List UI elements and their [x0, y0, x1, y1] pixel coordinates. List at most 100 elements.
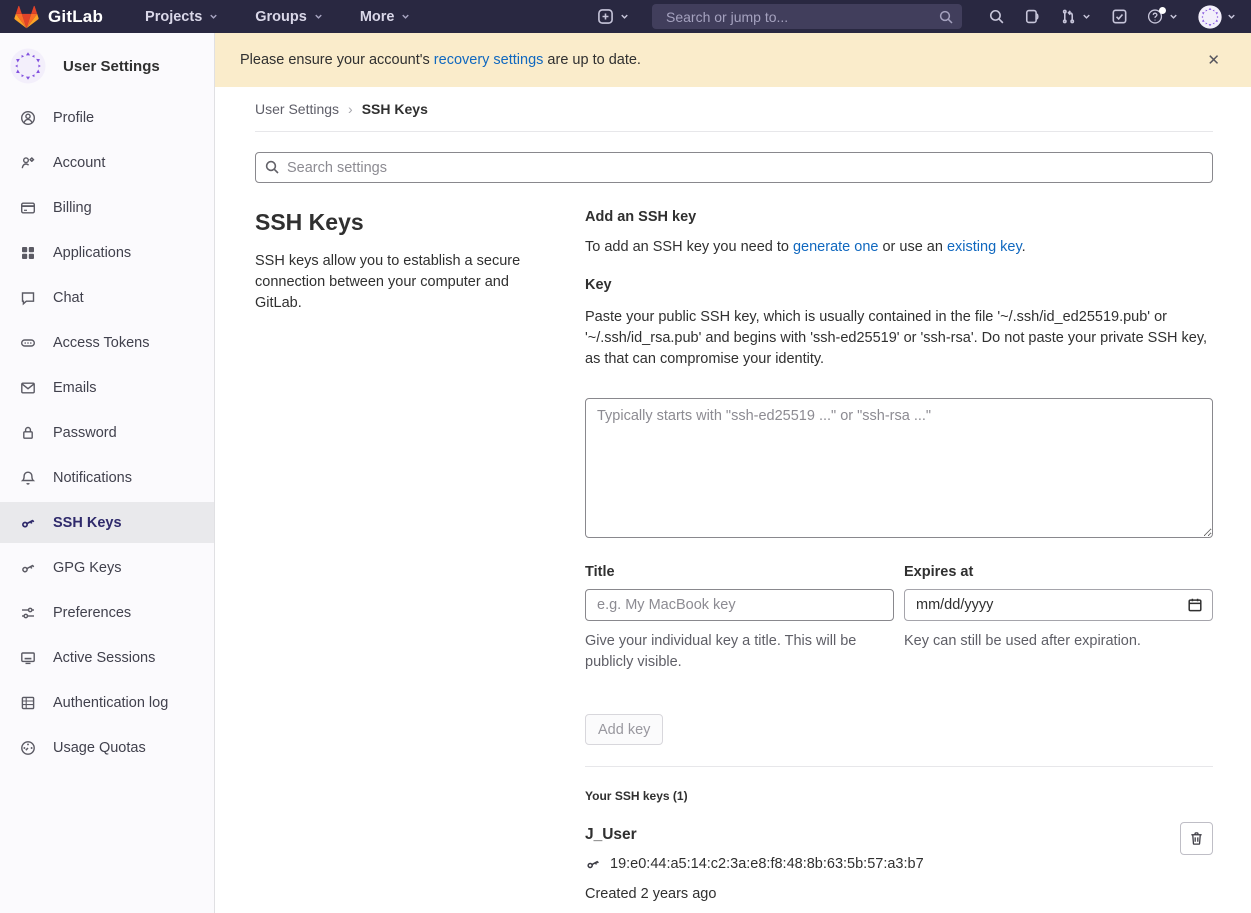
sidebar-item-preferences[interactable]: Preferences — [0, 592, 214, 633]
two-column-layout: SSH Keys SSH keys allow you to establish… — [255, 202, 1213, 913]
date-placeholder: mm/dd/yyyy — [916, 597, 993, 613]
issues-icon[interactable] — [1024, 8, 1041, 25]
gitlab-logo[interactable]: GitLab — [14, 5, 103, 29]
notifications-icon — [20, 470, 36, 486]
access-tokens-icon — [20, 335, 36, 351]
sidebar-item-active-sessions[interactable]: Active Sessions — [0, 637, 214, 678]
key-icon — [585, 856, 601, 872]
nav-menu-projects[interactable]: Projects — [145, 9, 219, 25]
top-navbar: GitLab Projects Groups More — [0, 0, 1251, 33]
sidebar-item-access-tokens[interactable]: Access Tokens — [0, 322, 214, 363]
generate-one-link[interactable]: generate one — [793, 239, 878, 255]
page-body: User Settings › SSH Keys SSH Keys SSH ke… — [215, 87, 1251, 913]
chevron-down-icon — [1168, 11, 1179, 22]
title-help-text: Give your individual key a title. This w… — [585, 631, 894, 673]
title-expires-row: Title Give your individual key a title. … — [585, 564, 1213, 688]
main-content: Please ensure your account's recovery se… — [215, 33, 1251, 913]
sidebar-item-billing[interactable]: Billing — [0, 187, 214, 228]
applications-icon — [20, 245, 36, 261]
profile-icon — [20, 110, 36, 126]
section-form: Add an SSH key To add an SSH key you nee… — [585, 202, 1213, 913]
your-ssh-keys-heading: Your SSH keys (1) — [585, 789, 1213, 803]
preferences-icon — [20, 605, 36, 621]
sidebar-item-gpg-keys[interactable]: GPG Keys — [0, 547, 214, 588]
breadcrumb-user-settings[interactable]: User Settings — [255, 101, 339, 117]
help-menu[interactable] — [1147, 8, 1179, 25]
fingerprint-row: 19:e0:44:a5:14:c2:3a:e8:f8:48:8b:63:5b:5… — [585, 856, 1213, 872]
todos-icon[interactable] — [1111, 8, 1128, 25]
merge-requests-menu[interactable] — [1060, 8, 1092, 25]
sidebar-item-chat[interactable]: Chat — [0, 277, 214, 318]
global-search-input[interactable] — [664, 8, 938, 26]
sidebar-nav: ProfileAccountBillingApplicationsChatAcc… — [0, 97, 214, 768]
user-menu[interactable] — [1198, 5, 1237, 29]
help-icon — [1147, 8, 1164, 25]
delete-key-button[interactable] — [1180, 822, 1213, 855]
chevron-down-icon — [313, 11, 324, 22]
password-icon — [20, 425, 36, 441]
calendar-icon[interactable] — [1187, 597, 1203, 613]
sidebar-item-usage-quotas[interactable]: Usage Quotas — [0, 727, 214, 768]
sidebar-item-profile[interactable]: Profile — [0, 97, 214, 138]
close-icon[interactable]: ✕ — [1201, 47, 1226, 73]
app-body: User Settings ProfileAccountBillingAppli… — [0, 33, 1251, 913]
settings-search — [255, 152, 1213, 183]
section-divider — [585, 766, 1213, 767]
avatar — [1198, 5, 1222, 29]
chevron-down-icon — [208, 11, 219, 22]
ssh-key-list-item: J_User 19:e0:44:a5:14:c2:3a:e8:f8:48:8b:… — [585, 826, 1213, 913]
banner-text: Please ensure your account's recovery se… — [240, 52, 641, 68]
page-title: SSH Keys — [255, 209, 530, 236]
search-nav-icon[interactable] — [988, 8, 1005, 25]
breadcrumb-separator: › — [348, 101, 353, 117]
tanuki-logo-icon — [14, 5, 39, 29]
sidebar-item-notifications[interactable]: Notifications — [0, 457, 214, 498]
sidebar-item-password[interactable]: Password — [0, 412, 214, 453]
nav-menu-more[interactable]: More — [360, 9, 412, 25]
chevron-down-icon — [1226, 11, 1237, 22]
key-help-text: Paste your public SSH key, which is usua… — [585, 307, 1213, 370]
ssh-key-name[interactable]: J_User — [585, 826, 1213, 844]
nav-menu-groups[interactable]: Groups — [255, 9, 324, 25]
expires-help-text: Key can still be used after expiration. — [904, 631, 1213, 652]
key-input[interactable] — [585, 398, 1213, 538]
search-icon — [264, 159, 280, 175]
account-icon — [20, 155, 36, 171]
recovery-settings-link[interactable]: recovery settings — [434, 52, 544, 68]
notification-dot — [1159, 7, 1166, 14]
chevron-down-icon — [400, 11, 411, 22]
sidebar-header: User Settings — [0, 48, 214, 84]
existing-key-link[interactable]: existing key — [947, 239, 1022, 255]
new-menu-button[interactable] — [597, 8, 630, 25]
trash-icon — [1189, 831, 1204, 846]
emails-icon — [20, 380, 36, 396]
breadcrumb-current: SSH Keys — [362, 101, 428, 117]
sidebar-item-applications[interactable]: Applications — [0, 232, 214, 273]
expires-at-input[interactable]: mm/dd/yyyy — [904, 589, 1213, 621]
sidebar-item-emails[interactable]: Emails — [0, 367, 214, 408]
billing-icon — [20, 200, 36, 216]
expires-label: Expires at — [904, 564, 1213, 580]
settings-search-input[interactable] — [255, 152, 1213, 183]
gpg-keys-icon — [20, 560, 36, 576]
active-sessions-icon — [20, 650, 36, 666]
avatar — [10, 48, 46, 84]
search-icon — [938, 9, 954, 25]
add-ssh-key-intro: To add an SSH key you need to generate o… — [585, 239, 1213, 255]
ssh-keys-icon — [20, 515, 36, 531]
sidebar-item-authentication-log[interactable]: Authentication log — [0, 682, 214, 723]
global-search[interactable] — [652, 4, 962, 29]
title-label: Title — [585, 564, 894, 580]
ssh-key-created: Created 2 years ago — [585, 886, 1213, 902]
ssh-key-fingerprint: 19:e0:44:a5:14:c2:3a:e8:f8:48:8b:63:5b:5… — [610, 856, 924, 872]
authentication-log-icon — [20, 695, 36, 711]
title-field: Title Give your individual key a title. … — [585, 564, 894, 688]
merge-requests-icon — [1060, 8, 1077, 25]
sidebar-item-ssh-keys[interactable]: SSH Keys — [0, 502, 214, 543]
brand-text: GitLab — [48, 7, 103, 27]
title-input[interactable] — [585, 589, 894, 621]
add-ssh-key-heading: Add an SSH key — [585, 209, 1213, 225]
navbar-menu: Projects Groups More — [145, 9, 411, 25]
add-key-button[interactable]: Add key — [585, 714, 663, 745]
sidebar-item-account[interactable]: Account — [0, 142, 214, 183]
